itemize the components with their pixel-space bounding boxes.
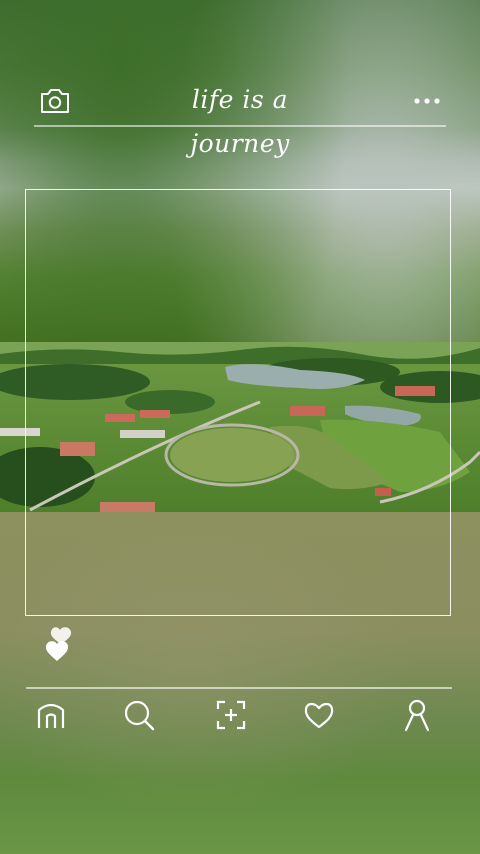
nav-home-button[interactable]: [31, 697, 71, 737]
app-title: life is a journey: [190, 85, 290, 158]
nav-add-post-button[interactable]: [211, 697, 251, 737]
top-bar: life is a journey: [0, 0, 480, 158]
profile-icon: [400, 698, 434, 736]
heart-sticker-icon[interactable]: [40, 624, 78, 666]
home-icon: [34, 698, 68, 736]
nav-profile-button[interactable]: [397, 697, 437, 737]
camera-icon[interactable]: [38, 86, 72, 116]
add-post-icon: [214, 698, 248, 736]
photo-frame-border: [25, 189, 451, 616]
nav-likes-button[interactable]: [299, 697, 339, 737]
heart-icon: [302, 698, 336, 736]
header-divider: [34, 125, 446, 127]
search-icon: [122, 698, 156, 736]
more-dots-icon[interactable]: [412, 90, 442, 112]
nav-divider: [26, 687, 452, 689]
nav-search-button[interactable]: [119, 697, 159, 737]
